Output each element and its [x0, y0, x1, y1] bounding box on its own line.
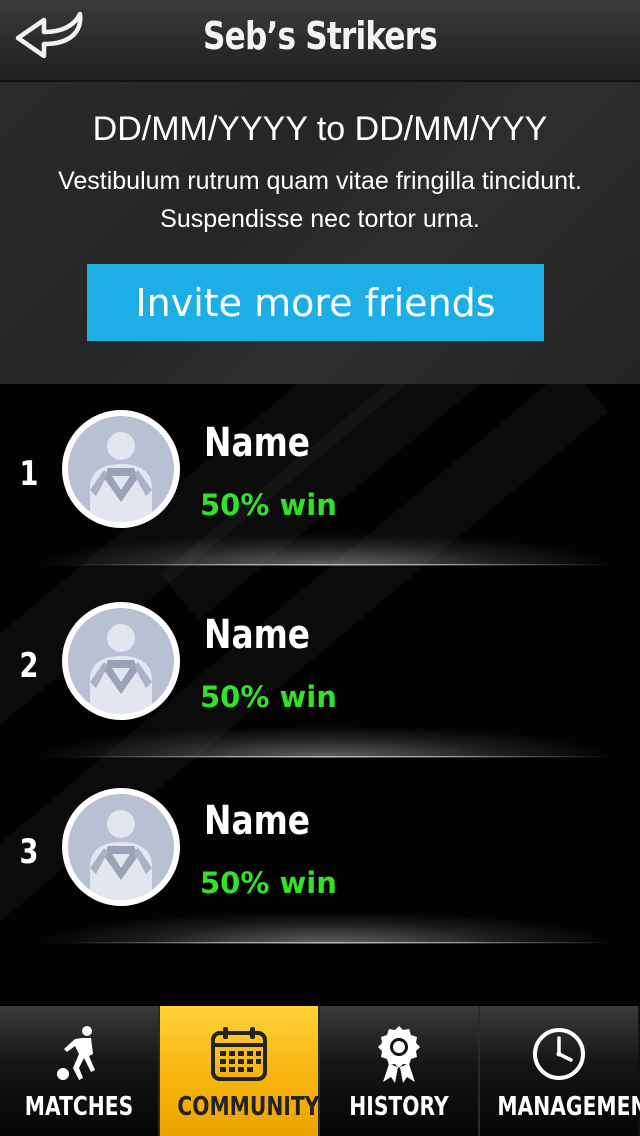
member-win-rate: 50% win	[200, 866, 337, 900]
tab-matches[interactable]: MATCHES	[0, 1006, 160, 1136]
award-ribbon-icon	[378, 1026, 420, 1083]
tab-label: COMMUNITY	[177, 1092, 320, 1122]
superhero-avatar-icon	[90, 432, 152, 522]
row-divider	[70, 756, 610, 757]
member-win-rate: 50% win	[200, 488, 337, 522]
row-divider-glow	[40, 912, 610, 944]
member-avatar[interactable]	[62, 410, 180, 528]
member-list[interactable]: 1 Name 50% win 2 Name 50% win 3 Name 50%…	[0, 384, 640, 1006]
member-row[interactable]: 1 Name 50% win	[0, 384, 640, 570]
superhero-avatar-icon	[90, 624, 152, 714]
row-divider	[70, 942, 610, 943]
member-rank: 1	[19, 454, 39, 494]
tab-history[interactable]: HISTORY	[320, 1006, 480, 1136]
header-bar: Seb’s Strikers	[0, 0, 640, 82]
tab-community[interactable]: COMMUNITY	[160, 1006, 320, 1136]
tab-label: HISTORY	[349, 1092, 449, 1122]
member-name: Name	[204, 798, 311, 844]
member-avatar[interactable]	[62, 788, 180, 906]
member-name: Name	[204, 420, 311, 466]
member-rank: 2	[19, 646, 39, 686]
tab-management[interactable]: MANAGEMENT	[480, 1006, 640, 1136]
bottom-tab-bar: MATCHES COMMUNITY HISTORY MANAGEME	[0, 1006, 640, 1136]
calendar-icon	[211, 1027, 267, 1081]
member-win-rate: 50% win	[200, 680, 337, 714]
soccer-player-icon	[57, 1026, 95, 1080]
row-divider	[70, 564, 610, 565]
member-rank: 3	[19, 832, 39, 872]
row-divider-glow	[40, 534, 610, 566]
row-divider-glow	[40, 726, 610, 758]
date-range: DD/MM/YYYY to DD/MM/YYY	[92, 110, 548, 148]
member-name: Name	[204, 612, 311, 658]
page-title: Seb’s Strikers	[203, 14, 438, 58]
member-avatar[interactable]	[62, 602, 180, 720]
member-row[interactable]: 3 Name 50% win	[0, 762, 640, 948]
clock-icon	[533, 1028, 585, 1080]
tab-label: MATCHES	[24, 1092, 134, 1122]
league-info-panel: DD/MM/YYYY to DD/MM/YYY Vestibulum rutru…	[0, 82, 640, 384]
member-row[interactable]: 2 Name 50% win	[0, 576, 640, 762]
invite-friends-button[interactable]: Invite more friends	[87, 264, 544, 341]
tab-label: MANAGEMENT	[497, 1092, 640, 1122]
league-description: Vestibulum rutrum quam vitae fringilla t…	[58, 167, 582, 233]
superhero-avatar-icon	[90, 810, 152, 900]
